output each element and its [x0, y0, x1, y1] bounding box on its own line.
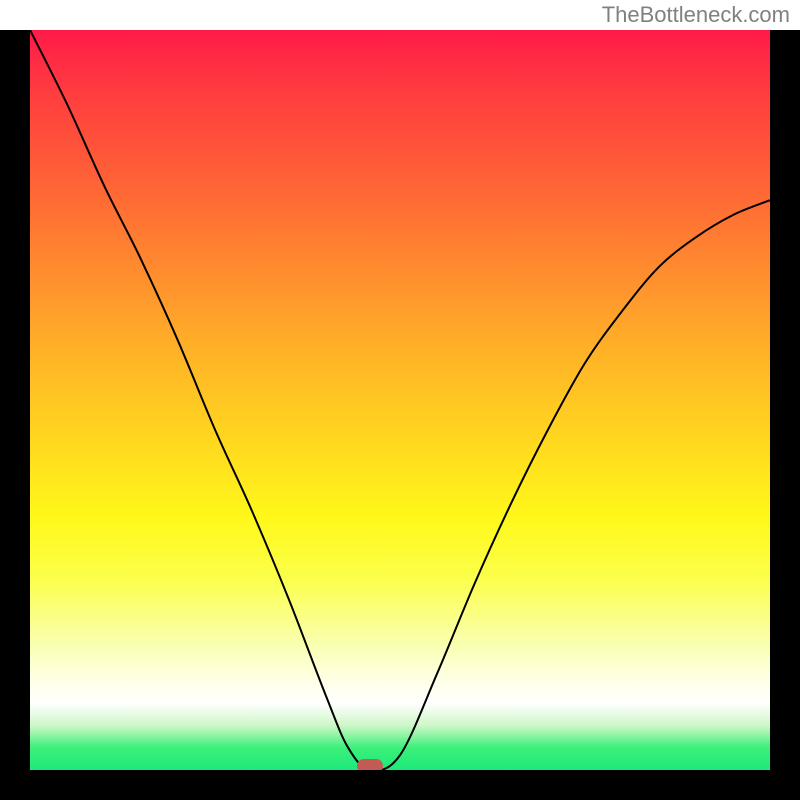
chart-container: TheBottleneck.com	[0, 0, 800, 800]
bottleneck-curve	[30, 30, 770, 770]
optimal-point-marker	[357, 759, 383, 770]
plot-area	[30, 30, 770, 770]
watermark-text: TheBottleneck.com	[602, 2, 790, 28]
plot-frame	[0, 30, 800, 800]
